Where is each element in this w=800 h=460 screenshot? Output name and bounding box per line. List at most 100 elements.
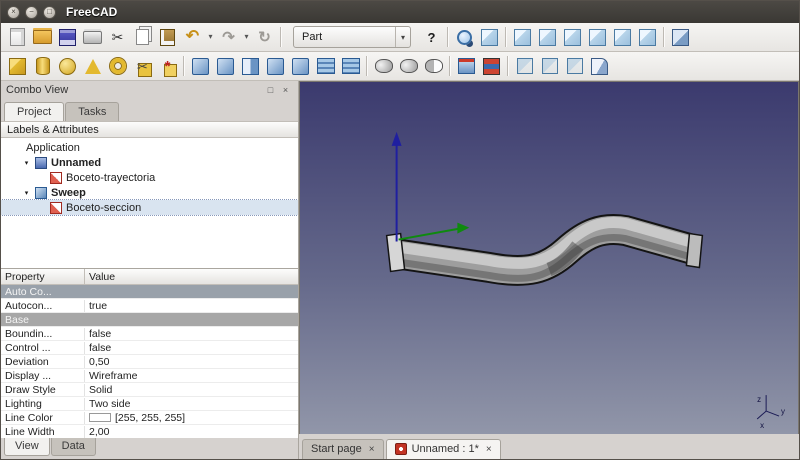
save-document[interactable] (55, 25, 80, 50)
tree-item-label: Boceto-seccion (66, 202, 141, 214)
property-view-tab[interactable]: Data (51, 438, 96, 456)
property-value: 2,00 (85, 426, 298, 438)
right-view[interactable] (560, 25, 585, 50)
extrude[interactable] (188, 54, 213, 79)
print[interactable] (80, 25, 105, 50)
expander-icon[interactable]: ▾ (22, 159, 31, 167)
part-sphere[interactable] (55, 54, 80, 79)
boolean-common[interactable] (396, 54, 421, 79)
property-view-tab[interactable]: View (4, 438, 50, 456)
sweep[interactable] (338, 54, 363, 79)
refresh[interactable]: ↻ (252, 25, 277, 50)
tree-item[interactable]: ▾ Sweep (1, 185, 298, 200)
left-view[interactable] (635, 25, 660, 50)
cut[interactable]: ✂ (105, 25, 130, 50)
loft[interactable] (313, 54, 338, 79)
undo-dropdown[interactable]: ▾ (205, 25, 216, 50)
paste[interactable] (155, 25, 180, 50)
close-tab-icon[interactable]: × (486, 444, 492, 455)
close-tab-icon[interactable]: × (369, 444, 375, 455)
shape-builder[interactable]: ✂ (130, 54, 155, 79)
tree-item[interactable]: Application (1, 140, 298, 155)
panel-tab[interactable]: Tasks (65, 102, 119, 121)
undo[interactable]: ↶ (180, 25, 205, 50)
property-row[interactable]: Draw Style Solid (1, 383, 298, 397)
tree-column-header: Labels & Attributes (1, 121, 298, 138)
fit-all[interactable] (452, 25, 477, 50)
axonometric-view[interactable] (477, 25, 502, 50)
convert-to-solid[interactable] (562, 54, 587, 79)
compound[interactable] (479, 54, 504, 79)
tree-item[interactable]: ▾ Unnamed (1, 155, 298, 170)
property-grid-header: Property Value (1, 269, 298, 285)
measure-distance[interactable] (668, 25, 693, 50)
redo-dropdown[interactable]: ▾ (241, 25, 252, 50)
redo[interactable]: ↷ (216, 25, 241, 50)
mirror[interactable] (238, 54, 263, 79)
property-row[interactable]: Auto Co... (1, 285, 298, 299)
whats-this[interactable]: ? (419, 25, 444, 50)
revolve[interactable] (213, 54, 238, 79)
combo-view-tabs: Project Tasks (1, 99, 298, 121)
bottom-view[interactable] (610, 25, 635, 50)
part-cone[interactable] (80, 54, 105, 79)
property-row[interactable]: Deviation 0,50 (1, 355, 298, 369)
property-value: [255, 255, 255] (85, 412, 298, 424)
swept-solid[interactable] (387, 223, 703, 279)
minimize-button[interactable]: − (25, 6, 38, 19)
sweep-end-cap (686, 234, 702, 268)
separator (180, 54, 188, 79)
3d-scene: z x y (300, 82, 798, 434)
create-primitives[interactable]: * (155, 54, 180, 79)
boolean-union[interactable] (371, 54, 396, 79)
shape-from-mesh[interactable] (537, 54, 562, 79)
tree-item-label: Application (26, 142, 80, 154)
open-document[interactable] (30, 25, 55, 50)
expander-icon[interactable]: ▾ (22, 189, 31, 197)
maximize-button[interactable]: □ (43, 6, 56, 19)
front-view[interactable] (510, 25, 535, 50)
copy[interactable] (130, 25, 155, 50)
part-torus[interactable] (105, 54, 130, 79)
ruled-surface[interactable] (288, 54, 313, 79)
cross-sections[interactable] (454, 54, 479, 79)
tree-item-icon (35, 157, 47, 169)
tree-item[interactable]: Boceto-seccion (1, 200, 298, 215)
close-panel-button[interactable]: × (278, 83, 293, 98)
top-view[interactable] (535, 25, 560, 50)
property-row[interactable]: Autocon... true (1, 299, 298, 313)
property-row[interactable]: Lighting Two side (1, 397, 298, 411)
workbench-selector[interactable]: Part ▾ (293, 26, 411, 48)
toolbar-standard: ✂ ↶ ▾ ↷ ▾ ↻ Part ▾ ? (1, 23, 799, 52)
tree-item-label: Sweep (51, 187, 86, 199)
refine-shape[interactable] (587, 54, 612, 79)
document-tab[interactable]: Start page × (302, 439, 384, 459)
rear-view[interactable] (585, 25, 610, 50)
close-button[interactable]: × (7, 6, 20, 19)
property-row[interactable]: Line Color [255, 255, 255] (1, 411, 298, 425)
document-tab[interactable]: Unnamed : 1* × (386, 439, 501, 459)
tree-item[interactable]: Boceto-trayectoria (1, 170, 298, 185)
property-row[interactable]: Display ... Wireframe (1, 369, 298, 383)
box-selection[interactable] (512, 54, 537, 79)
value-column-header: Value (85, 269, 298, 284)
toolbar-part: ✂ * (1, 52, 799, 81)
titlebar: × − □ FreeCAD (1, 1, 799, 23)
new-document[interactable] (5, 25, 30, 50)
boolean-cut[interactable] (421, 54, 446, 79)
chevron-down-icon[interactable]: ▾ (395, 27, 410, 47)
property-row[interactable]: Line Width 2,00 (1, 425, 298, 439)
float-panel-button[interactable]: □ (263, 83, 278, 98)
part-cylinder[interactable] (30, 54, 55, 79)
part-box[interactable] (5, 54, 30, 79)
property-name: Deviation (1, 356, 85, 368)
combo-view-titlebar: Combo View □ × (1, 81, 298, 99)
property-row[interactable]: Control ... false (1, 341, 298, 355)
fillet[interactable] (263, 54, 288, 79)
separator (660, 25, 668, 50)
panel-tab[interactable]: Project (4, 102, 64, 121)
property-row[interactable]: Boundin... false (1, 327, 298, 341)
separator (502, 25, 510, 50)
3d-viewport[interactable]: z x y (299, 81, 799, 434)
property-row[interactable]: Base (1, 313, 298, 327)
